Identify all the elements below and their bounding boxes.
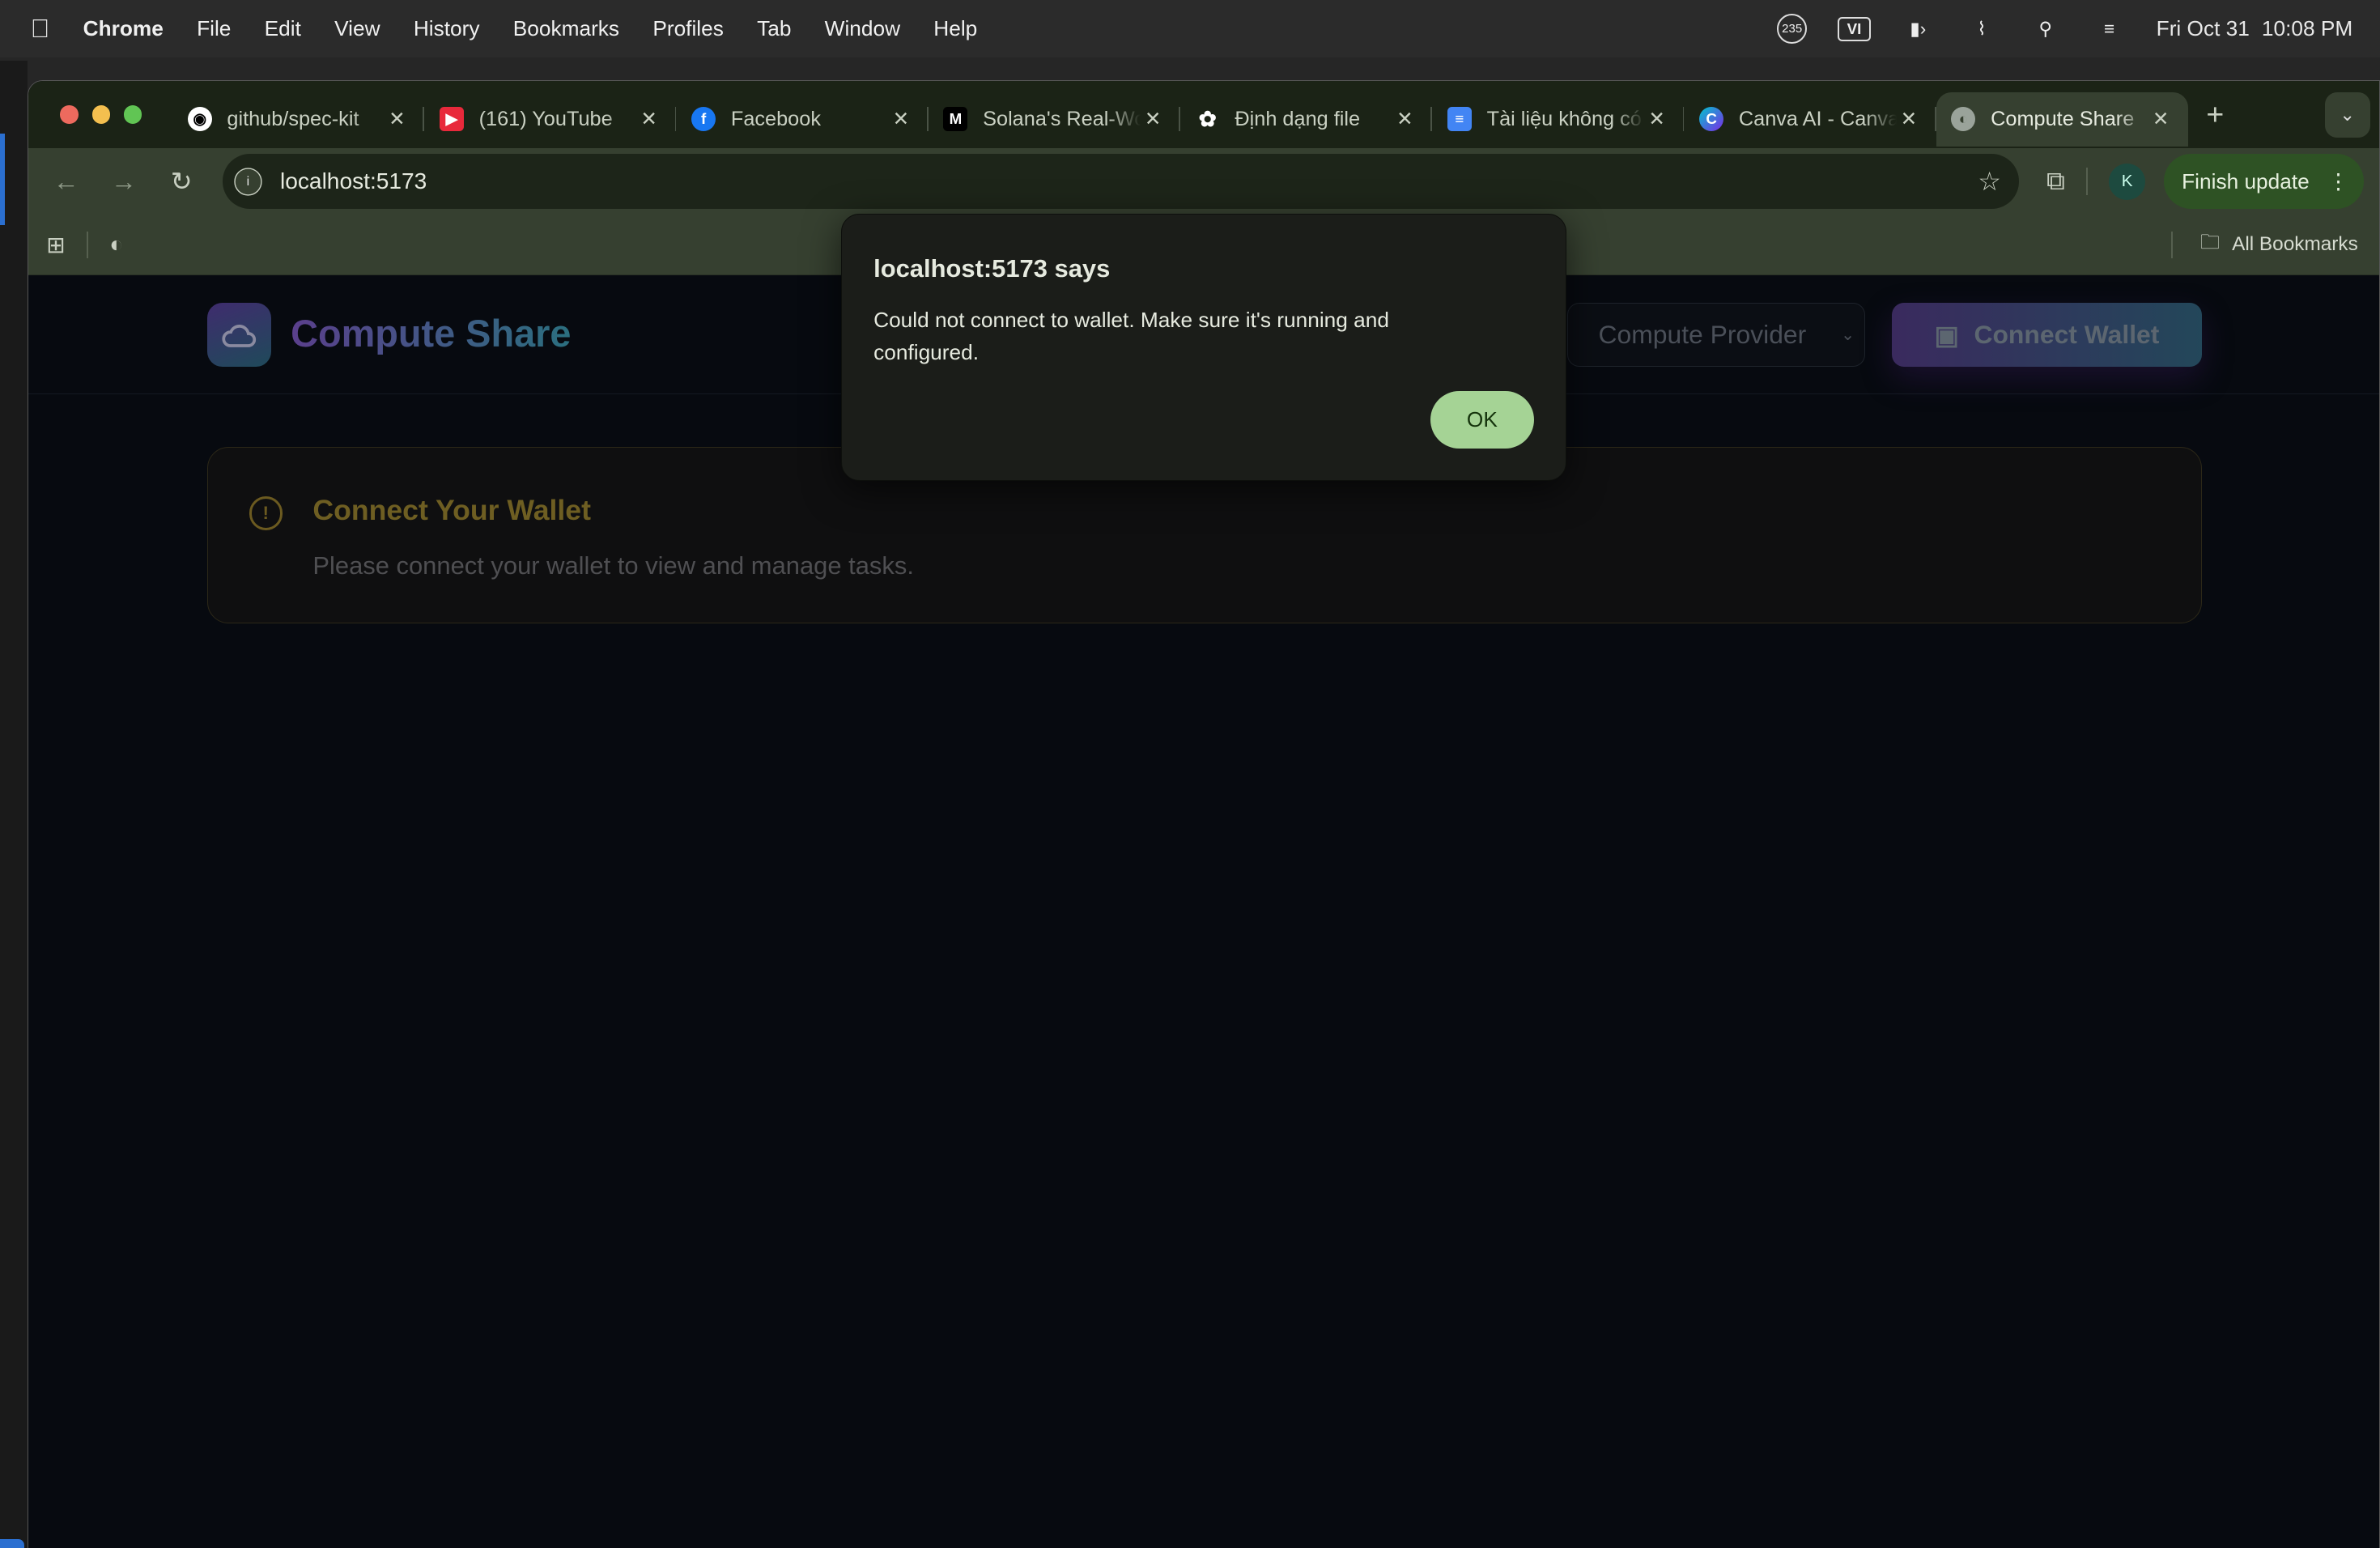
- cloud-logo-icon: [207, 303, 271, 367]
- close-tab-icon[interactable]: ✕: [2148, 107, 2173, 131]
- profile-avatar[interactable]: K: [2109, 163, 2146, 200]
- menu-bookmarks[interactable]: Bookmarks: [513, 16, 619, 41]
- connect-wallet-button[interactable]: ▣ Connect Wallet: [1892, 303, 2202, 367]
- brand-title: Compute Share: [291, 313, 572, 355]
- menu-window[interactable]: Window: [825, 16, 900, 41]
- bookmarks-divider: [87, 231, 88, 259]
- alert-dialog: localhost:5173 says Could not connect to…: [840, 214, 1566, 482]
- chatgpt-icon: ✿: [1198, 106, 1217, 131]
- browser-toolbar: ← → ↻ i localhost:5173 ☆ ⧉ K Finish upda…: [28, 147, 2379, 215]
- wifi-icon[interactable]: ⌇: [1965, 17, 1998, 41]
- close-tab-icon[interactable]: ✕: [637, 107, 661, 131]
- tab-canva[interactable]: C Canva AI - Canva ✕: [1684, 92, 1936, 147]
- wallet-icon: ▣: [1934, 320, 1959, 350]
- window-controls: [60, 105, 142, 124]
- google-docs-icon: ≡: [1447, 107, 1472, 132]
- address-bar[interactable]: i localhost:5173 ☆: [222, 154, 2020, 209]
- status-area: 235 VI ▮› ⌇ ⚲ ≡ Fri Oct 31 10:08 PM: [1776, 0, 2352, 57]
- finish-update-button[interactable]: Finish update ⋮: [2163, 154, 2365, 209]
- back-button[interactable]: ←: [44, 167, 89, 197]
- notice-title: Connect Your Wallet: [312, 493, 591, 526]
- connect-wallet-label: Connect Wallet: [1974, 320, 2160, 349]
- tab-title: Canva AI - Canva: [1738, 107, 1897, 130]
- finish-update-label: Finish update: [2182, 168, 2310, 194]
- medium-icon: M: [943, 107, 968, 132]
- close-tab-icon[interactable]: ✕: [889, 107, 913, 131]
- battery-icon[interactable]: ▮›: [1902, 17, 1935, 41]
- clock-date[interactable]: Fri Oct 31: [2157, 16, 2250, 41]
- forward-button[interactable]: →: [101, 167, 147, 197]
- globe-icon: ◐: [1951, 107, 1976, 132]
- tab-github[interactable]: ◉ github/spec-kit ✕: [172, 92, 425, 147]
- ok-button[interactable]: OK: [1430, 390, 1534, 449]
- notification-badge-icon[interactable]: 235: [1776, 13, 1808, 45]
- all-bookmarks-label: All Bookmarks: [2232, 233, 2358, 256]
- folder-icon: 🗀: [2199, 231, 2221, 253]
- extensions-puzzle-icon[interactable]: ⧉: [2046, 166, 2065, 197]
- reload-button[interactable]: ↻: [159, 166, 204, 197]
- role-select[interactable]: Compute Provider ⌄: [1567, 303, 1865, 367]
- tab-title: Compute Share: [1991, 107, 2135, 130]
- menu-view[interactable]: View: [334, 16, 380, 41]
- apple-menu-icon[interactable]: : [31, 14, 50, 44]
- menu-history[interactable]: History: [414, 16, 480, 41]
- tab-title: Facebook: [730, 107, 821, 130]
- tab-medium[interactable]: M Solana's Real-World✕: [929, 92, 1180, 147]
- control-center-icon[interactable]: ≡: [2093, 17, 2126, 41]
- clock-time[interactable]: 10:08 PM: [2262, 16, 2352, 41]
- tab-title: Solana's Real-World: [983, 107, 1141, 130]
- new-tab-button[interactable]: +: [2206, 97, 2224, 132]
- url-text[interactable]: localhost:5173: [280, 168, 1978, 194]
- macos-menubar:  Chrome File Edit View History Bookmark…: [0, 0, 2380, 58]
- dialog-message: Could not connect to wallet. Make sure i…: [873, 308, 1389, 364]
- apps-grid-icon[interactable]: ⊞: [46, 232, 66, 258]
- search-icon[interactable]: ⚲: [2029, 17, 2062, 41]
- tab-title: Định dạng file: [1235, 107, 1361, 130]
- close-tab-icon[interactable]: ✕: [1645, 107, 1669, 131]
- role-select-value: Compute Provider: [1598, 320, 1807, 349]
- bookmark-star-icon[interactable]: ☆: [1978, 166, 2001, 197]
- site-info-icon[interactable]: i: [234, 168, 262, 196]
- menu-app-name[interactable]: Chrome: [83, 16, 164, 41]
- background-window-edge: [0, 61, 28, 1548]
- tab-strip: ◉ github/spec-kit ✕ ▶ (161) YouTube ✕ f Faceb…: [28, 81, 2379, 148]
- divider: [2171, 231, 2173, 259]
- tab-title: github/spec-kit: [227, 107, 359, 130]
- globe-bookmark-icon[interactable]: ◐: [109, 232, 123, 257]
- close-tab-icon[interactable]: ✕: [385, 107, 409, 131]
- menu-help[interactable]: Help: [933, 16, 977, 41]
- youtube-icon: ▶: [439, 107, 464, 132]
- tab-facebook[interactable]: f Facebook ✕: [676, 92, 929, 147]
- alert-circle-icon: !: [249, 496, 283, 530]
- menu-file[interactable]: File: [197, 16, 231, 41]
- all-bookmarks-button[interactable]: 🗀 All Bookmarks: [2171, 228, 2358, 262]
- close-tab-icon[interactable]: ✕: [1141, 107, 1165, 131]
- facebook-icon: f: [691, 107, 716, 132]
- tab-chatgpt[interactable]: ✿ Định dạng file ✕: [1180, 92, 1433, 147]
- kebab-menu-icon[interactable]: ⋮: [2327, 169, 2348, 194]
- tab-search-chevron-icon[interactable]: ⌄: [2324, 91, 2370, 138]
- minimize-window-button[interactable]: [91, 105, 110, 124]
- tab-compute-share[interactable]: ◐ Compute Share ✕: [1936, 91, 2188, 147]
- menu-tab[interactable]: Tab: [757, 16, 791, 41]
- github-icon: ◉: [187, 107, 212, 132]
- tab-youtube[interactable]: ▶ (161) YouTube ✕: [424, 92, 677, 147]
- close-tab-icon[interactable]: ✕: [1897, 107, 1921, 131]
- canva-icon: C: [1699, 107, 1724, 132]
- screen:  Chrome File Edit View History Bookmark…: [0, 0, 2380, 1548]
- close-tab-icon[interactable]: ✕: [1392, 107, 1417, 131]
- tab-title: Tài liệu không có tiêu đề: [1486, 107, 1645, 130]
- toolbar-divider: [2086, 168, 2088, 195]
- chevron-down-icon: ⌄: [1840, 325, 1855, 344]
- input-source-icon[interactable]: VI: [1837, 16, 1872, 41]
- tab-google-docs[interactable]: ≡ Tài liệu không có tiêu đề✕: [1432, 92, 1685, 147]
- notice-text: Please connect your wallet to view and m…: [312, 551, 914, 580]
- menu-profiles[interactable]: Profiles: [652, 16, 724, 41]
- close-window-button[interactable]: [60, 105, 79, 124]
- maximize-window-button[interactable]: [123, 105, 142, 124]
- dialog-title: localhost:5173 says: [873, 254, 1111, 283]
- menu-edit[interactable]: Edit: [265, 16, 301, 41]
- tab-title: (161) YouTube: [478, 107, 613, 130]
